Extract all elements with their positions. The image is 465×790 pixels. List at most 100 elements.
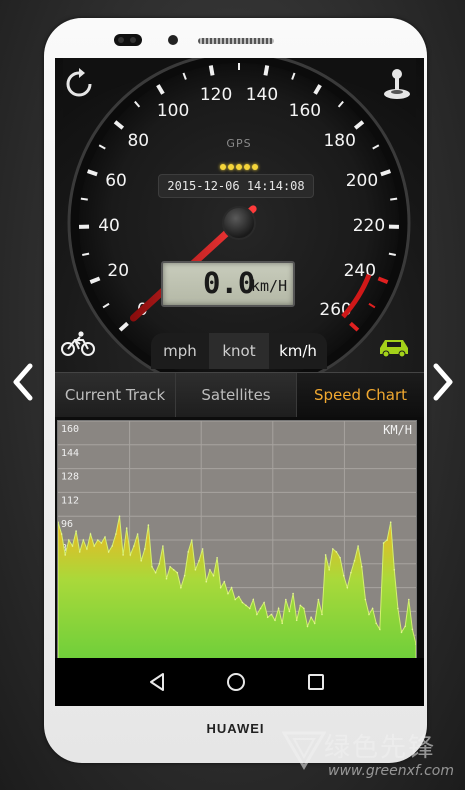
speed-point <box>368 613 370 616</box>
tick-label: 180 <box>323 131 355 151</box>
speed-point <box>379 628 381 631</box>
refresh-icon[interactable] <box>63 68 95 100</box>
speed-point <box>125 527 128 529</box>
tick-label: 80 <box>127 131 149 151</box>
speedometer-dashboard: 020406080100120140160180200220240260 GPS… <box>55 58 424 372</box>
speed-point <box>411 628 414 631</box>
speed-point <box>154 571 157 574</box>
speed-point <box>71 545 74 547</box>
unit-kmh-button[interactable]: km/h <box>269 333 327 369</box>
tick-label: 200 <box>346 171 378 191</box>
prev-arrow-icon[interactable] <box>8 362 38 402</box>
speed-point <box>306 625 309 628</box>
speed-point <box>78 551 81 553</box>
speed-point <box>118 515 121 517</box>
speed-point <box>172 569 175 571</box>
speed-point <box>371 607 374 610</box>
speed-point <box>317 598 320 601</box>
speed-point <box>169 566 171 568</box>
speed-point <box>194 569 197 571</box>
unit-mph-button[interactable]: mph <box>151 333 209 369</box>
joystick-icon[interactable] <box>381 68 413 102</box>
y-tick-label: 128 <box>61 472 79 483</box>
speed-point <box>64 554 66 556</box>
tab-current-track[interactable]: Current Track <box>55 373 176 417</box>
gps-label: GPS <box>226 137 252 150</box>
recent-apps-icon[interactable] <box>304 670 328 694</box>
speed-point <box>165 577 168 580</box>
tick-label: 240 <box>344 261 376 281</box>
speed-point <box>122 554 124 556</box>
datetime-display: 2015-12-06 14:14:08 <box>158 174 314 198</box>
speed-point <box>266 616 269 619</box>
unit-selector: mph knot km/h <box>151 333 327 369</box>
y-tick-label: 96 <box>61 519 73 530</box>
speed-point <box>89 533 92 535</box>
speed-point <box>162 545 164 547</box>
speed-point <box>292 592 294 595</box>
speed-point <box>111 545 113 547</box>
watermark-title: 绿色先锋 <box>324 733 437 763</box>
speed-point <box>100 542 103 544</box>
back-icon[interactable] <box>145 670 169 694</box>
speed-point <box>256 613 258 616</box>
y-tick-label: 160 <box>61 424 79 435</box>
speed-point <box>75 530 77 532</box>
speed-point <box>234 598 236 601</box>
bicycle-icon[interactable] <box>61 330 95 358</box>
tick-label: 60 <box>105 171 127 191</box>
speed-point <box>241 601 244 604</box>
speed-point <box>310 616 312 619</box>
tick-label: 160 <box>289 101 321 121</box>
speed-point <box>321 613 323 616</box>
speed-point <box>274 619 276 622</box>
gps-dot <box>220 164 226 170</box>
tick-mark <box>208 65 215 76</box>
speed-point <box>230 586 233 589</box>
speed-point <box>281 622 283 625</box>
tab-satellites[interactable]: Satellites <box>176 373 297 417</box>
speed-point <box>357 545 359 547</box>
speed-point <box>227 592 229 595</box>
y-tick-label: 144 <box>61 448 79 459</box>
speed-point <box>140 560 142 562</box>
gps-signal-indicator <box>209 155 269 174</box>
speed-point <box>295 619 298 622</box>
tick-mark <box>388 252 396 256</box>
speed-value: 0.0 <box>203 266 256 300</box>
speed-chart-plot: 163248648096112128144160 <box>57 420 417 660</box>
speed-point <box>364 598 367 601</box>
gps-dot <box>252 164 258 170</box>
speed-unit: km/H <box>251 277 288 295</box>
needle-hub <box>222 206 256 240</box>
speed-point <box>313 622 316 625</box>
speed-point <box>393 569 396 571</box>
speed-point <box>299 604 302 607</box>
speed-point <box>219 586 222 589</box>
sensor <box>168 35 178 45</box>
speed-point <box>350 571 352 574</box>
speed-point <box>198 560 200 562</box>
speed-point <box>151 566 153 568</box>
speed-point <box>346 586 349 589</box>
tick-label: 100 <box>157 101 189 121</box>
car-icon[interactable] <box>377 336 411 358</box>
home-icon[interactable] <box>224 670 248 694</box>
speed-point <box>342 574 345 577</box>
speed-point <box>223 580 226 583</box>
speed-point <box>328 569 331 571</box>
unit-knot-button[interactable]: knot <box>209 333 269 369</box>
front-camera <box>114 34 142 46</box>
tick-mark <box>263 65 270 76</box>
speed-point <box>176 571 179 574</box>
speed-lcd-display: 0.0 km/H <box>161 261 295 307</box>
speed-point <box>238 595 240 598</box>
speed-point <box>191 539 193 541</box>
speed-point <box>285 598 287 601</box>
y-tick-label: 112 <box>61 495 79 506</box>
tab-speed-chart[interactable]: Speed Chart <box>297 373 424 417</box>
next-arrow-icon[interactable] <box>428 362 458 402</box>
speed-point <box>386 539 388 541</box>
gps-dot <box>228 164 234 170</box>
watermark-url: www.greenxf.com <box>328 763 454 779</box>
